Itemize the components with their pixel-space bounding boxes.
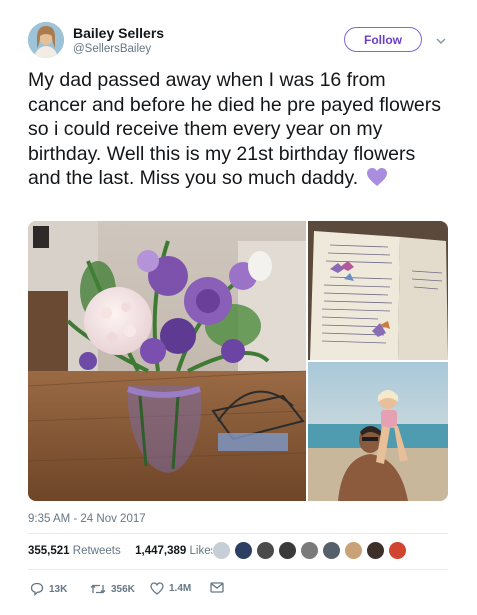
retweet-count: 356K	[111, 583, 135, 595]
divider	[28, 533, 448, 534]
reply-button[interactable]: 13K	[30, 582, 67, 596]
direct-message-button[interactable]	[210, 582, 224, 593]
reply-count: 13K	[49, 583, 68, 595]
liker-avatar[interactable]	[344, 541, 363, 560]
father-daughter-beach-photo[interactable]	[308, 362, 448, 501]
liker-avatar[interactable]	[234, 541, 253, 560]
retweet-icon	[90, 582, 106, 596]
chevron-down-icon[interactable]	[436, 33, 446, 45]
retweet-button[interactable]: 356K	[90, 582, 135, 596]
flowers-bouquet-photo[interactable]	[28, 221, 306, 501]
tweet-card: Bailey Sellers @SellersBailey Follow My …	[0, 0, 477, 615]
like-heart-icon	[150, 582, 164, 595]
liker-avatar[interactable]	[322, 541, 341, 560]
follow-button[interactable]: Follow	[344, 27, 422, 52]
divider	[28, 569, 448, 570]
retweets-count[interactable]: 355,521	[28, 545, 70, 557]
liker-avatar[interactable]	[388, 541, 407, 560]
likes-count[interactable]: 1,447,389	[135, 545, 186, 557]
user-handle[interactable]: @SellersBailey	[73, 43, 151, 55]
retweets-label[interactable]: Retweets	[73, 545, 121, 557]
liker-avatar[interactable]	[300, 541, 319, 560]
purple-heart-icon	[366, 167, 388, 187]
engagement-stats: 355,521 Retweets 1,447,389 Likes	[28, 545, 216, 557]
liker-avatar[interactable]	[366, 541, 385, 560]
envelope-icon	[210, 582, 224, 593]
action-bar: 13K 356K 1.4M	[28, 582, 288, 598]
like-button[interactable]: 1.4M	[150, 582, 191, 595]
liker-avatar[interactable]	[278, 541, 297, 560]
liker-avatar[interactable]	[256, 541, 275, 560]
liker-avatar[interactable]	[212, 541, 231, 560]
media-grid	[28, 221, 448, 501]
handwritten-card-photo[interactable]	[308, 221, 448, 360]
avatar[interactable]	[28, 22, 64, 58]
like-count: 1.4M	[169, 583, 192, 594]
reply-icon	[30, 582, 44, 596]
tweet-timestamp[interactable]: 9:35 AM - 24 Nov 2017	[28, 513, 146, 525]
display-name[interactable]: Bailey Sellers	[73, 25, 164, 41]
tweet-text-container: My dad passed away when I was 16 from ca…	[28, 68, 448, 191]
